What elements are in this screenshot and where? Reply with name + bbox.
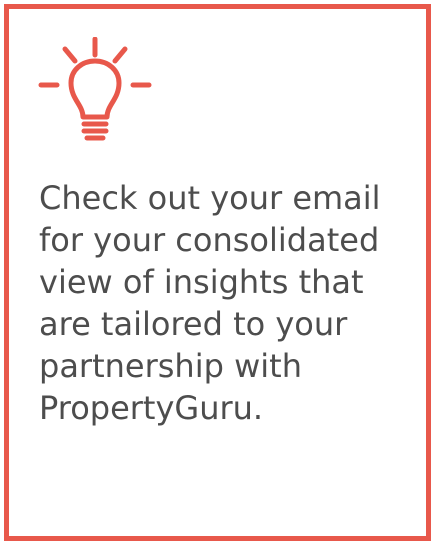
tip-message: Check out your email for your consolidat…	[39, 179, 381, 427]
lightbulb-icon	[38, 37, 152, 141]
tip-card: Check out your email for your consolidat…	[4, 4, 431, 541]
